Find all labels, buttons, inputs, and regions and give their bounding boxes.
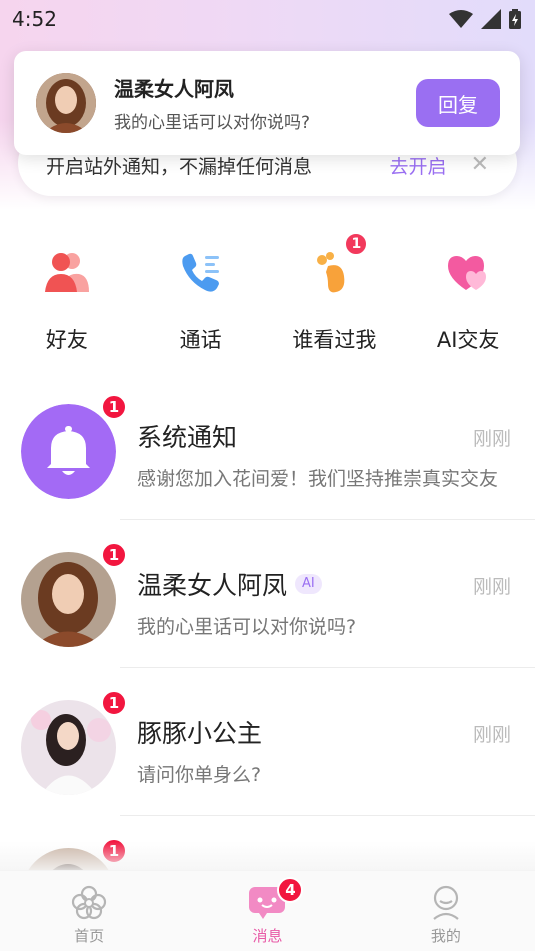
avatar [36, 73, 96, 133]
toast-sender-name: 温柔女人阿凤 [114, 77, 234, 101]
hearts-icon [440, 244, 496, 300]
avatar [21, 700, 116, 795]
status-icons [449, 9, 521, 29]
notification-badge: 1 [344, 232, 369, 256]
flower-home-icon [72, 885, 107, 920]
tab-messages[interactable]: 4 消息 [178, 871, 356, 951]
unread-badge: 1 [101, 542, 127, 568]
ai-tag: AI [295, 574, 322, 594]
conversation-name: 温柔女人阿凤 AI [137, 566, 322, 602]
conversation-name-text: 豚豚小公主 [137, 719, 263, 748]
quick-action-label: AI交友 [436, 328, 500, 352]
conversation-item[interactable]: 1 系统通知 刚刚 感谢您加入花间爱！我们坚持推崇真实交友 [0, 372, 535, 520]
conversation-name: 系统通知 [137, 418, 237, 454]
reply-button[interactable]: 回复 [416, 79, 500, 127]
quick-action-friends[interactable]: 好友 [0, 230, 134, 360]
wifi-icon [449, 10, 473, 28]
unread-count-badge: 4 [277, 877, 304, 903]
conversation-name: 豚豚小公主 [137, 714, 262, 750]
quick-action-label: 好友 [45, 328, 88, 352]
profile-icon [433, 885, 459, 920]
conversation-time: 刚刚 [472, 428, 511, 450]
conversation-name-text: 系统通知 [137, 423, 238, 452]
conversation-time: 刚刚 [472, 724, 511, 746]
conversation-preview: 感谢您加入花间爱！我们坚持推崇真实交友 [137, 468, 499, 490]
tab-profile[interactable]: 我的 [357, 871, 535, 951]
bottom-tab-bar: 首页 4 消息 我的 [0, 841, 535, 951]
conversation-name-text: 温柔女人阿凤 [137, 571, 288, 600]
tab-home[interactable]: 首页 [0, 871, 178, 951]
avatar [21, 552, 116, 647]
toast-message: 我的心里话可以对你说吗? [114, 113, 311, 133]
tab-label: 消息 [252, 927, 283, 945]
unread-badge: 1 [101, 690, 127, 716]
quick-action-label: 通话 [179, 328, 222, 352]
tab-label: 我的 [430, 927, 461, 945]
footprint-icon: 1 [306, 232, 369, 300]
phone-icon [173, 244, 229, 300]
conversation-item[interactable]: 1 豚豚小公主 刚刚 请问你单身么? [0, 668, 535, 816]
quick-action-calls[interactable]: 通话 [134, 230, 268, 360]
unread-badge: 1 [101, 394, 127, 420]
bell-icon [21, 404, 116, 499]
quick-action-label: 谁看过我 [292, 328, 377, 352]
incoming-message-toast[interactable]: 温柔女人阿凤 我的心里话可以对你说吗? 回复 [14, 51, 520, 155]
conversation-time: 刚刚 [472, 576, 511, 598]
quick-action-ai-dating[interactable]: AI交友 [401, 230, 535, 360]
battery-icon [509, 9, 521, 29]
conversation-preview: 我的心里话可以对你说吗? [137, 616, 357, 638]
friends-icon [39, 244, 95, 300]
status-time: 4:52 [12, 7, 57, 31]
conversation-item[interactable]: 1 温柔女人阿凤 AI 刚刚 我的心里话可以对你说吗? [0, 520, 535, 668]
quick-actions: 好友 通话 1 谁看过我 AI交友 [0, 230, 535, 360]
signal-icon [481, 9, 501, 29]
quick-action-visitors[interactable]: 1 谁看过我 [268, 230, 402, 360]
status-bar: 4:52 [0, 0, 535, 38]
tab-label: 首页 [74, 927, 105, 945]
conversation-preview: 请问你单身么? [137, 764, 262, 786]
